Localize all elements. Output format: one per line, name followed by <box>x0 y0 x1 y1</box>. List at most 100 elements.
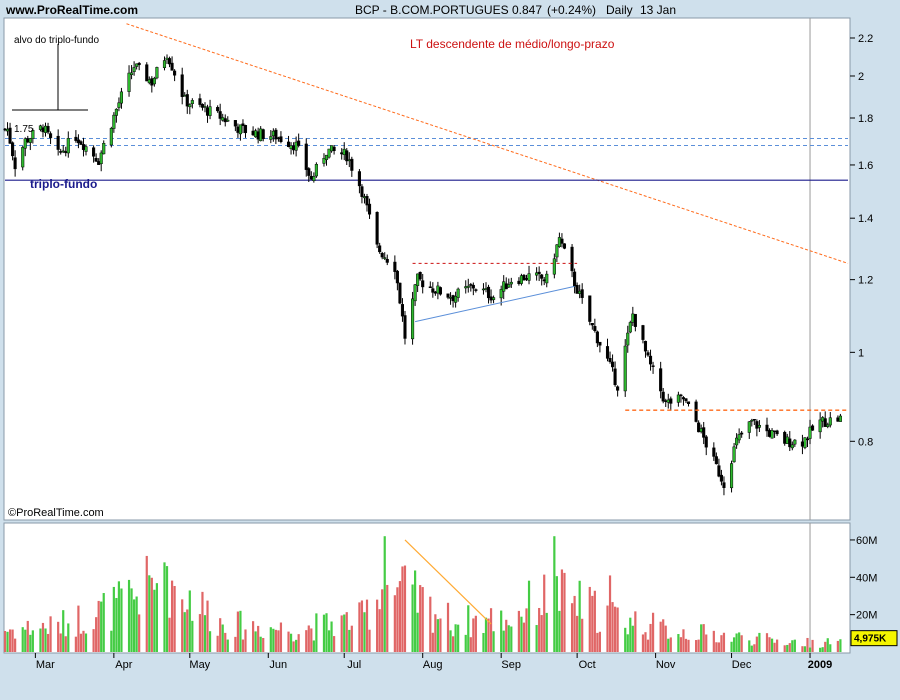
volume-bar <box>591 595 594 652</box>
volume-bar <box>322 614 326 652</box>
volume-bar <box>803 646 807 652</box>
candle-up <box>254 130 258 138</box>
candle-up <box>747 421 751 433</box>
volume-bar <box>662 619 665 652</box>
candle-down <box>605 346 610 359</box>
volume-bar <box>269 627 272 652</box>
month-label: Jul <box>347 659 361 671</box>
volume-bar <box>188 590 191 652</box>
volume-bar <box>350 625 353 652</box>
site-url[interactable]: www.ProRealTime.com <box>6 3 138 17</box>
candle-down <box>783 431 787 444</box>
candle-down <box>714 456 718 465</box>
candle-up <box>342 148 346 155</box>
candle-down <box>365 196 369 206</box>
candle-up <box>38 125 42 130</box>
candle-up <box>135 63 139 67</box>
volume-bar <box>150 577 153 652</box>
volume-bar <box>330 621 333 652</box>
candle-up <box>226 119 230 122</box>
candle-up <box>162 60 167 68</box>
volume-bar <box>606 605 609 652</box>
volume-bar <box>325 613 328 652</box>
volume-bar <box>492 631 495 652</box>
candle-down <box>611 361 615 368</box>
month-label: Sep <box>501 659 521 671</box>
candle-down <box>765 424 769 432</box>
volume-bar <box>735 633 738 652</box>
volume-bar <box>616 607 619 652</box>
candle-down <box>251 130 255 136</box>
volume-bar <box>100 601 103 652</box>
candle-up <box>190 100 194 104</box>
volume-bar <box>646 639 650 652</box>
volume-bar <box>272 628 275 652</box>
volume-bar <box>117 581 121 652</box>
candle-down <box>393 261 397 272</box>
candle-down <box>307 168 311 176</box>
candle-up <box>454 296 458 303</box>
candle-up <box>502 281 506 292</box>
candle-down <box>216 107 220 112</box>
candle-down <box>773 430 777 433</box>
volume-bar <box>49 616 52 652</box>
volume-bar <box>312 640 315 652</box>
volume-bar <box>102 593 105 652</box>
candle-down <box>218 111 222 119</box>
volume-bar <box>259 636 262 652</box>
volume-bar <box>343 614 346 652</box>
volume-bar <box>393 595 396 652</box>
candle-down <box>56 135 60 150</box>
candle-up <box>676 394 680 403</box>
candle-down <box>378 245 382 253</box>
candle-down <box>648 355 653 365</box>
month-label: Dec <box>732 659 752 671</box>
volume-bar <box>489 608 493 652</box>
candle-up <box>155 67 159 79</box>
volume-tick-label: 40M <box>856 572 877 584</box>
candle-down <box>418 271 422 280</box>
volume-bar <box>793 639 796 652</box>
candle-down <box>200 104 205 108</box>
volume-bar <box>659 621 662 652</box>
volume-bar <box>464 634 467 652</box>
candle-down <box>471 284 475 289</box>
candle-down <box>64 151 68 154</box>
volume-bar <box>806 637 809 652</box>
price-tick-label: 1.8 <box>858 113 873 125</box>
volume-bar <box>216 635 219 652</box>
candle-down <box>256 131 260 140</box>
volume-bar <box>24 629 27 652</box>
volume-bar <box>234 636 237 652</box>
last-volume-label: 4,975K <box>854 634 887 645</box>
candle-up <box>188 104 192 108</box>
candle-up <box>99 152 103 165</box>
candle-down <box>712 447 716 457</box>
volume-bar <box>510 626 513 652</box>
volume-bar <box>170 580 174 652</box>
candle-down <box>679 394 683 397</box>
candle-up <box>61 150 65 153</box>
volume-bar <box>687 639 690 652</box>
volume-bar <box>11 629 14 652</box>
candle-down <box>241 123 245 126</box>
candle-down <box>702 427 706 438</box>
volume-bar <box>398 581 402 652</box>
volume-bar <box>758 632 761 652</box>
volume-bar <box>750 645 753 652</box>
candle-up <box>729 463 734 489</box>
volume-bar <box>376 599 379 652</box>
volume-bar <box>6 631 9 652</box>
volume-bar <box>148 575 151 652</box>
volume-bar <box>239 610 242 652</box>
candle-down <box>243 125 248 134</box>
candle-down <box>684 398 688 402</box>
volume-bar <box>41 622 45 652</box>
candle-up <box>737 434 741 441</box>
volume-bar <box>801 646 804 652</box>
volume-bar <box>44 628 47 652</box>
volume-bar <box>527 580 531 652</box>
candle-up <box>322 157 326 164</box>
candle-down <box>811 425 815 431</box>
volume-bar <box>297 634 300 652</box>
